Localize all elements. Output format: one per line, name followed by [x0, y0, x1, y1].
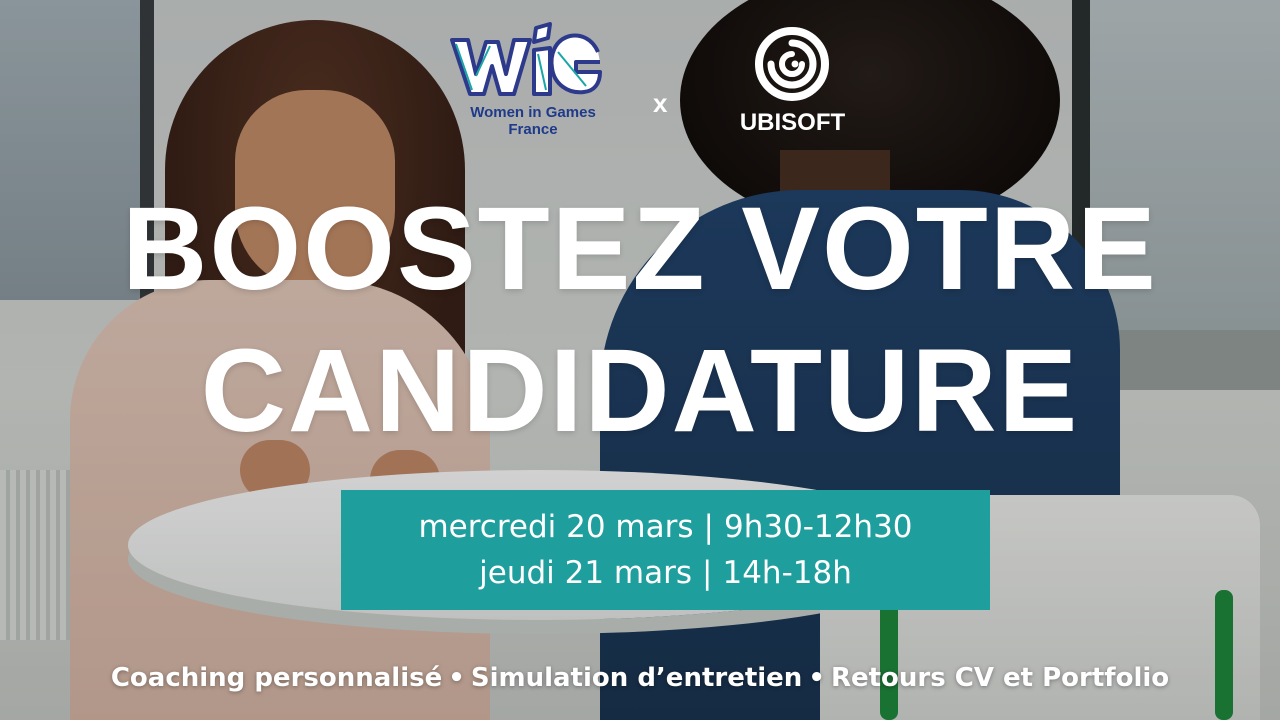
session-row: jeudi 21 mars | 14h-18h: [479, 550, 852, 596]
session-day: jeudi 21 mars: [479, 555, 693, 591]
bullet-separator: •: [808, 663, 825, 693]
ubisoft-swirl-icon: [755, 27, 829, 101]
session-time: 14h-18h: [722, 555, 852, 591]
bullet-separator: •: [448, 663, 465, 693]
collab-x: x: [653, 88, 668, 118]
session-separator: |: [703, 509, 714, 545]
headline: BOOSTEZ VOTRE CANDIDATURE: [0, 178, 1280, 462]
ubisoft-logo: UBISOFT: [730, 20, 855, 140]
session-time: 9h30-12h30: [723, 509, 913, 545]
service-item: Simulation d’entretien: [470, 663, 803, 693]
partner-logos: Women in Games France x UBISOFT: [440, 20, 860, 140]
service-item: Coaching personnalisé: [110, 663, 443, 693]
session-day: mercredi 20 mars: [418, 509, 694, 545]
headline-line-1: BOOSTEZ VOTRE: [122, 183, 1158, 315]
wig-logo: Women in Games France: [440, 20, 615, 140]
session-row: mercredi 20 mars | 9h30-12h30: [418, 504, 912, 550]
session-separator: |: [702, 555, 713, 591]
headline-line-2: CANDIDATURE: [200, 325, 1080, 457]
wig-logo-mark: [450, 22, 602, 96]
service-item: Retours CV et Portfolio: [830, 663, 1170, 693]
schedule-box: mercredi 20 mars | 9h30-12h30 jeudi 21 mar…: [341, 490, 990, 610]
wig-subtitle: Women in Games France: [470, 104, 596, 138]
services-line: Coaching personnalisé • Simulation d’entre…: [0, 655, 1280, 701]
ubisoft-wordmark: UBISOFT: [739, 109, 846, 136]
